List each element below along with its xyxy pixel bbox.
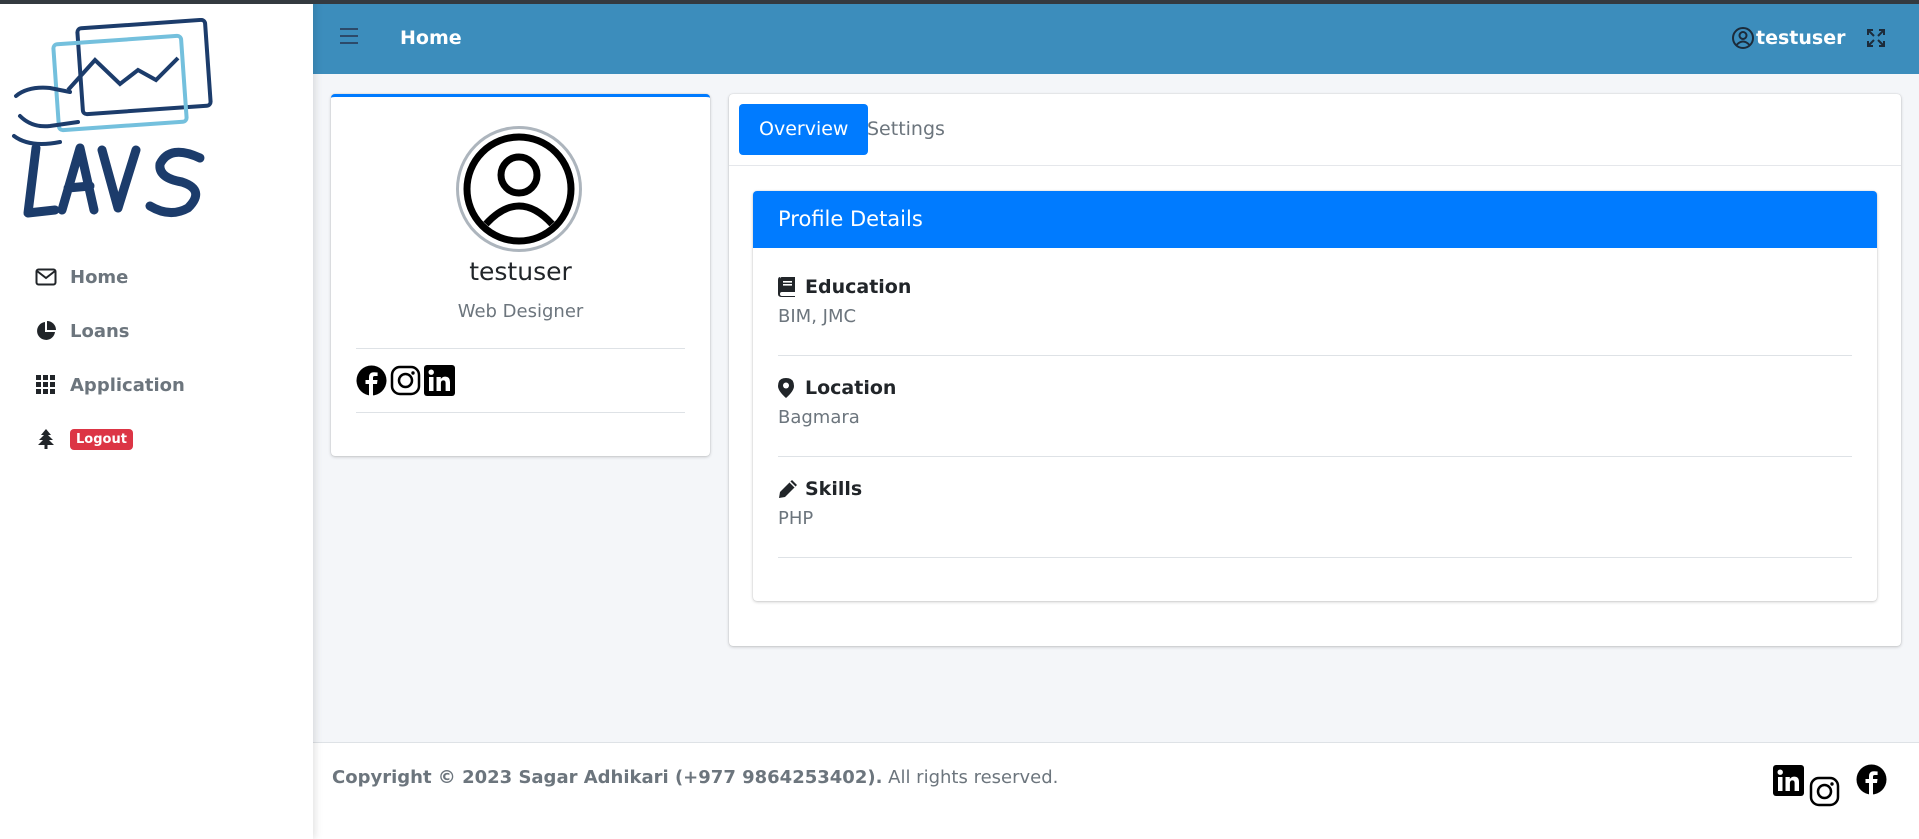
username-label: testuser — [1756, 27, 1846, 49]
menu-toggle-icon[interactable] — [340, 28, 360, 48]
divider — [356, 348, 685, 349]
divider — [778, 355, 1852, 356]
sidebar-item-logout[interactable]: Logout — [0, 412, 313, 466]
facebook-icon[interactable] — [356, 365, 387, 396]
profile-name: testuser — [469, 257, 572, 286]
divider — [778, 557, 1852, 558]
top-border — [0, 0, 1919, 4]
fullscreen-icon[interactable] — [1866, 28, 1886, 48]
detail-title: Education — [805, 276, 912, 298]
detail-location: Location Bagmara — [778, 377, 1852, 428]
detail-title-row: Skills — [778, 478, 1852, 500]
sidebar-item-home[interactable]: Home — [0, 250, 313, 304]
lavs-logo-icon — [12, 17, 213, 218]
detail-title: Skills — [805, 478, 863, 500]
profile-tabs-card: Overview Settings Profile Details Educat… — [729, 94, 1901, 646]
linkedin-icon[interactable] — [424, 365, 455, 396]
detail-skills: Skills PHP — [778, 478, 1852, 529]
profile-card: testuser Web Designer — [331, 94, 710, 456]
footer: Copyright © 2023 Sagar Adhikari (+977 98… — [313, 742, 1919, 839]
chart-pie-icon — [34, 319, 58, 343]
tree-icon — [34, 427, 58, 451]
detail-value: Bagmara — [778, 407, 860, 428]
sidebar: Home Loans Application Logout — [0, 0, 313, 839]
divider — [356, 412, 685, 413]
sidebar-item-application[interactable]: Application — [0, 358, 313, 412]
sidebar-nav: Home Loans Application Logout — [0, 250, 313, 466]
profile-details-card: Profile Details Education BIM, JMC Locat… — [753, 191, 1877, 601]
book-icon — [778, 277, 798, 297]
pencil-icon — [778, 479, 798, 499]
detail-value: BIM, JMC — [778, 306, 857, 327]
social-links — [356, 365, 455, 396]
sidebar-item-label: Home — [70, 266, 129, 288]
sidebar-item-loans[interactable]: Loans — [0, 304, 313, 358]
user-menu[interactable]: testuser — [1731, 26, 1845, 50]
user-avatar-icon — [463, 133, 575, 245]
copyright-text: Copyright © 2023 Sagar Adhikari (+977 98… — [332, 767, 1058, 788]
avatar — [456, 126, 582, 252]
profile-details-heading: Profile Details — [753, 191, 1877, 248]
brand-logo[interactable] — [10, 17, 225, 228]
logout-badge[interactable]: Logout — [70, 428, 133, 450]
rights-text: All rights reserved. — [882, 767, 1059, 788]
map-pin-icon — [778, 378, 798, 398]
profile-role: Web Designer — [457, 301, 584, 322]
facebook-icon[interactable] — [1856, 764, 1888, 796]
divider — [778, 456, 1852, 457]
detail-title-row: Location — [778, 377, 1852, 399]
instagram-icon[interactable] — [390, 365, 421, 396]
detail-title: Location — [805, 377, 897, 399]
top-navbar: Home testuser — [313, 4, 1919, 74]
page-title[interactable]: Home — [400, 27, 462, 49]
tab-bar: Overview Settings — [729, 94, 1901, 166]
detail-education: Education BIM, JMC — [778, 276, 1852, 327]
instagram-icon[interactable] — [1809, 776, 1841, 808]
envelope-icon — [34, 265, 58, 289]
user-circle-icon — [1731, 26, 1755, 50]
sidebar-item-label: Application — [70, 374, 185, 396]
sidebar-item-label: Loans — [70, 320, 130, 342]
linkedin-icon[interactable] — [1773, 765, 1805, 797]
detail-value: PHP — [778, 508, 814, 529]
tab-settings[interactable]: Settings — [847, 104, 965, 155]
detail-title-row: Education — [778, 276, 1852, 298]
copyright-owner: Copyright © 2023 Sagar Adhikari (+977 98… — [332, 767, 883, 788]
grid-icon — [34, 373, 58, 397]
